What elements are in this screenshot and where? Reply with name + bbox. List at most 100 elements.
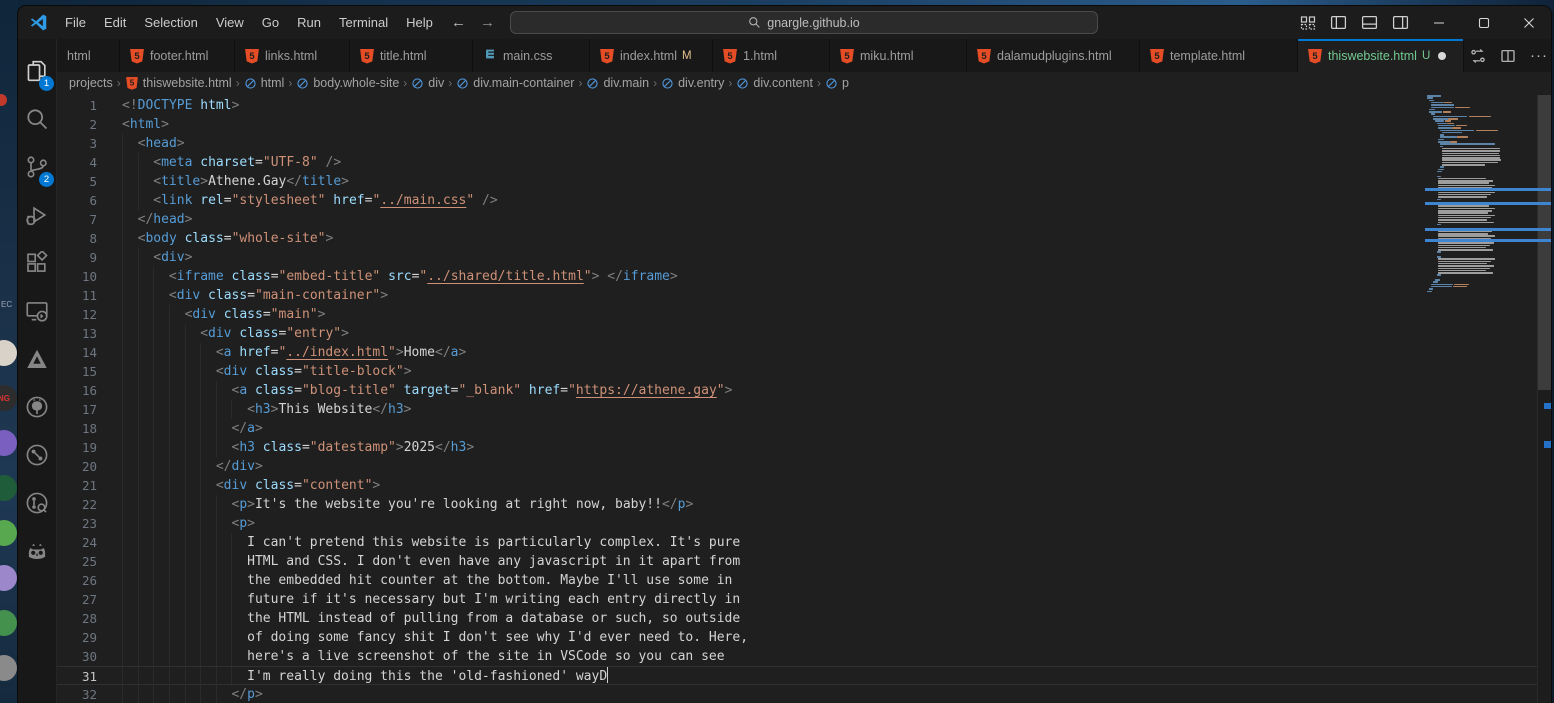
line-number[interactable]: 17 — [57, 400, 97, 419]
line-number[interactable]: 2 — [57, 115, 97, 134]
breadcrumb-item-body-whole-site[interactable]: body.whole-site — [296, 76, 399, 90]
code-line-27[interactable]: 27future if it's necessary but I'm writi… — [57, 590, 1537, 609]
breadcrumb-item-div-entry[interactable]: div.entry — [661, 76, 724, 90]
code-line-25[interactable]: 25HTML and CSS. I don't even have any ja… — [57, 552, 1537, 571]
line-number[interactable]: 4 — [57, 153, 97, 172]
menu-file[interactable]: File — [56, 15, 95, 30]
code-line-14[interactable]: 14<a href="../index.html">Home</a> — [57, 343, 1537, 362]
breadcrumb-item-div[interactable]: div — [411, 76, 444, 90]
maximize-button[interactable] — [1461, 6, 1506, 39]
breadcrumb-item-div-content[interactable]: div.content — [736, 76, 813, 90]
code-line-28[interactable]: 28the HTML instead of pulling from a dat… — [57, 609, 1537, 628]
breadcrumb-item-div-main-container[interactable]: div.main-container — [456, 76, 574, 90]
line-number[interactable]: 25 — [57, 552, 97, 571]
line-number[interactable]: 18 — [57, 419, 97, 438]
code-line-22[interactable]: 22<p>It's the website you're looking at … — [57, 495, 1537, 514]
code-line-24[interactable]: 24I can't pretend this website is partic… — [57, 533, 1537, 552]
tab-miku-html[interactable]: 5miku.html — [830, 39, 967, 72]
code-line-31[interactable]: 31I'm really doing this the 'old-fashion… — [57, 666, 1537, 685]
minimize-button[interactable] — [1416, 6, 1461, 39]
line-number[interactable]: 5 — [57, 172, 97, 191]
line-number[interactable]: 12 — [57, 305, 97, 324]
remote-explorer-icon[interactable] — [18, 287, 56, 335]
menu-go[interactable]: Go — [253, 15, 288, 30]
code-line-1[interactable]: 1<!DOCTYPE html> — [57, 96, 1537, 115]
line-number[interactable]: 27 — [57, 590, 97, 609]
triangle-a-extension-icon[interactable] — [18, 335, 56, 383]
line-number[interactable]: 22 — [57, 495, 97, 514]
nav-back-button[interactable]: ← — [451, 14, 466, 31]
tab-main-css[interactable]: main.css — [473, 39, 590, 72]
github-icon[interactable] — [18, 383, 56, 431]
code-line-4[interactable]: 4<meta charset="UTF-8" /> — [57, 153, 1537, 172]
split-editor-icon[interactable] — [1494, 48, 1522, 64]
menu-selection[interactable]: Selection — [135, 15, 206, 30]
line-number[interactable]: 29 — [57, 628, 97, 647]
close-button[interactable] — [1506, 6, 1551, 39]
code-line-10[interactable]: 10<iframe class="embed-title" src="../sh… — [57, 267, 1537, 286]
tab-html[interactable]: html — [57, 39, 120, 72]
source-control-icon[interactable]: 2 — [18, 143, 56, 191]
toggle-panel-icon[interactable] — [1354, 14, 1385, 31]
code-line-12[interactable]: 12<div class="main"> — [57, 305, 1537, 324]
more-actions-icon[interactable]: ··· — [1524, 47, 1551, 64]
toggle-secondary-sidebar-icon[interactable] — [1385, 14, 1416, 31]
menu-terminal[interactable]: Terminal — [330, 15, 397, 30]
line-number[interactable]: 7 — [57, 210, 97, 229]
open-changes-icon[interactable] — [1464, 48, 1492, 64]
code-line-32[interactable]: 32</p> — [57, 685, 1537, 703]
code-line-15[interactable]: 15<div class="title-block"> — [57, 362, 1537, 381]
code-line-17[interactable]: 17<h3>This Website</h3> — [57, 400, 1537, 419]
line-number[interactable]: 28 — [57, 609, 97, 628]
unsaved-dot-icon[interactable] — [1438, 52, 1446, 60]
tab-footer-html[interactable]: 5footer.html — [120, 39, 235, 72]
code-editor[interactable]: 1<!DOCTYPE html>2<html>3<head>4<meta cha… — [57, 94, 1551, 703]
tab-thiswebsite-html[interactable]: 5thiswebsite.htmlU — [1298, 39, 1464, 72]
tab-dalamudplugins-html[interactable]: 5dalamudplugins.html — [967, 39, 1140, 72]
search-icon[interactable] — [18, 95, 56, 143]
line-number[interactable]: 13 — [57, 324, 97, 343]
menu-help[interactable]: Help — [397, 15, 442, 30]
tab-index-html[interactable]: 5index.htmlM — [590, 39, 713, 72]
commit-graph-icon[interactable] — [18, 431, 56, 479]
line-number[interactable]: 6 — [57, 191, 97, 210]
line-number[interactable]: 11 — [57, 286, 97, 305]
line-number[interactable]: 24 — [57, 533, 97, 552]
code-line-26[interactable]: 26the embedded hit counter at the bottom… — [57, 571, 1537, 590]
breadcrumb-item-projects[interactable]: projects — [69, 76, 113, 90]
tab-1-html[interactable]: 51.html — [713, 39, 830, 72]
line-number[interactable]: 16 — [57, 381, 97, 400]
code-line-30[interactable]: 30here's a live screenshot of the site i… — [57, 647, 1537, 666]
line-number[interactable]: 1 — [57, 96, 97, 115]
breadcrumb-item-thiswebsite-html[interactable]: 5thiswebsite.html — [125, 75, 232, 91]
line-number[interactable]: 21 — [57, 476, 97, 495]
tab-title-html[interactable]: 5title.html — [350, 39, 473, 72]
line-number[interactable]: 8 — [57, 229, 97, 248]
code-line-20[interactable]: 20</div> — [57, 457, 1537, 476]
nav-forward-button[interactable]: → — [480, 14, 495, 31]
godot-tools-icon[interactable] — [18, 527, 56, 575]
line-number[interactable]: 3 — [57, 134, 97, 153]
code-line-8[interactable]: 8<body class="whole-site"> — [57, 229, 1537, 248]
extensions-icon[interactable] — [18, 239, 56, 287]
run-and-debug-icon[interactable] — [18, 191, 56, 239]
line-number[interactable]: 30 — [57, 647, 97, 666]
code-line-5[interactable]: 5<title>Athene.Gay</title> — [57, 172, 1537, 191]
line-number[interactable]: 19 — [57, 438, 97, 457]
line-number[interactable]: 10 — [57, 267, 97, 286]
line-number[interactable]: 9 — [57, 248, 97, 267]
code-line-23[interactable]: 23<p> — [57, 514, 1537, 533]
line-number[interactable]: 15 — [57, 362, 97, 381]
code-line-29[interactable]: 29of doing some fancy shit I don't see w… — [57, 628, 1537, 647]
code-line-18[interactable]: 18</a> — [57, 419, 1537, 438]
customize-layout-icon[interactable] — [1293, 15, 1323, 31]
code-line-16[interactable]: 16<a class="blog-title" target="_blank" … — [57, 381, 1537, 400]
tab-links-html[interactable]: 5links.html — [235, 39, 350, 72]
code-line-13[interactable]: 13<div class="entry"> — [57, 324, 1537, 343]
breadcrumb-item-html[interactable]: html — [244, 76, 285, 90]
scrollbar-slider[interactable] — [1538, 95, 1551, 390]
code-line-9[interactable]: 9<div> — [57, 248, 1537, 267]
line-number[interactable]: 32 — [57, 685, 97, 703]
tab-template-html[interactable]: 5template.html — [1140, 39, 1298, 72]
menu-edit[interactable]: Edit — [95, 15, 135, 30]
